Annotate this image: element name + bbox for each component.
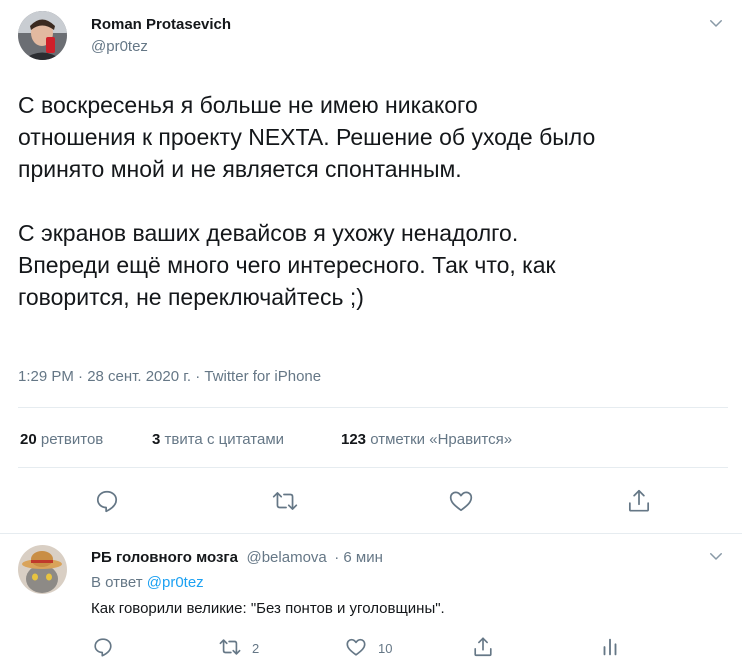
divider bbox=[18, 467, 728, 468]
reply-time[interactable]: · 6 мин bbox=[334, 549, 383, 566]
quotes-count: 3 bbox=[152, 431, 161, 448]
retweets-stat[interactable]: 20 ретвитов bbox=[20, 431, 103, 448]
likes-label: отметки «Нравится» bbox=[370, 431, 513, 448]
author-handle[interactable]: @pr0tez bbox=[91, 38, 148, 55]
divider bbox=[0, 533, 742, 534]
share-icon[interactable] bbox=[626, 487, 652, 515]
analytics-icon[interactable] bbox=[599, 636, 621, 658]
replying-to-link[interactable]: @pr0tez bbox=[147, 574, 204, 591]
likes-count: 123 bbox=[341, 431, 367, 448]
reply-author-name[interactable]: РБ головного мозга bbox=[91, 549, 238, 566]
author-name[interactable]: Roman Protasevich bbox=[91, 16, 231, 33]
reply-likes-count: 10 bbox=[378, 641, 393, 656]
reply-text: Как говорили великие: "Без понтов и угол… bbox=[91, 600, 445, 617]
retweets-label: ретвитов bbox=[40, 431, 104, 448]
reply-chevron-down-icon[interactable] bbox=[707, 547, 725, 565]
reply-like-icon[interactable] bbox=[345, 636, 367, 658]
quotes-label: твита с цитатами bbox=[164, 431, 285, 448]
reply-share-icon[interactable] bbox=[472, 635, 494, 659]
author-avatar[interactable] bbox=[18, 11, 67, 60]
like-icon[interactable] bbox=[448, 488, 474, 514]
reply-author-handle[interactable]: @belamova bbox=[246, 549, 326, 566]
replying-to: В ответ @pr0tez bbox=[91, 574, 204, 591]
quotes-stat[interactable]: 3 твита с цитатами bbox=[152, 431, 284, 448]
likes-stat[interactable]: 123 отметки «Нравится» bbox=[341, 431, 512, 448]
retweets-count: 20 bbox=[20, 431, 37, 448]
reply-reply-icon[interactable] bbox=[92, 636, 114, 658]
reply-retweet-icon[interactable] bbox=[218, 636, 242, 658]
reply-retweets-count: 2 bbox=[252, 641, 260, 656]
retweet-icon[interactable] bbox=[271, 488, 299, 514]
tweet-text: С воскресенья я больше не имею никакого … bbox=[18, 92, 596, 310]
divider bbox=[18, 407, 728, 408]
tweet-timestamp[interactable]: 1:29 PM · 28 сент. 2020 г. · Twitter for… bbox=[18, 368, 321, 385]
replying-prefix: В ответ bbox=[91, 574, 143, 591]
reply-icon[interactable] bbox=[94, 488, 120, 514]
chevron-down-icon[interactable] bbox=[707, 14, 725, 32]
reply-header: РБ головного мозга @belamova · 6 мин bbox=[91, 549, 383, 567]
reply-author-avatar[interactable] bbox=[18, 545, 67, 594]
